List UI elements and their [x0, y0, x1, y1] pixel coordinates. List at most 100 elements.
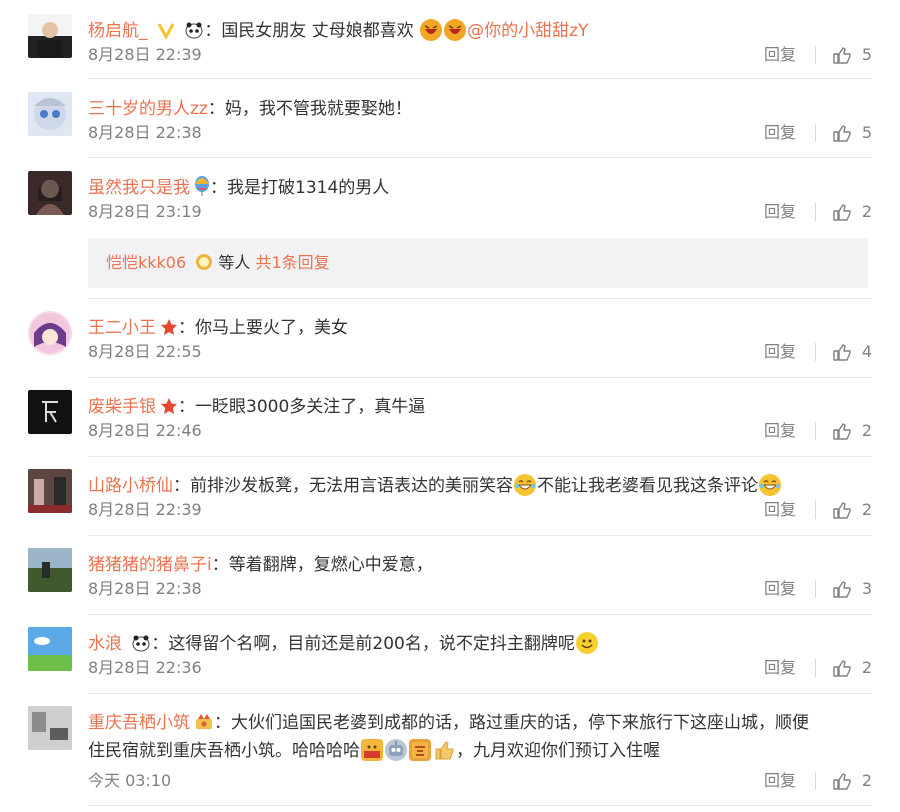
- avatar[interactable]: [28, 171, 72, 215]
- reply-button[interactable]: 回复: [764, 657, 796, 679]
- comment-divider: [88, 693, 872, 694]
- comment-text: 水浪 ：这得留个名啊，目前还是前200名，说不定抖主翻牌呢: [88, 631, 872, 660]
- comment-time: 8月28日 22:39: [88, 500, 202, 519]
- username-link[interactable]: 王二小王: [88, 318, 156, 338]
- avatar-image: [28, 706, 72, 750]
- avatar[interactable]: [28, 92, 72, 136]
- reply-button[interactable]: 回复: [764, 44, 796, 66]
- avatar[interactable]: [28, 311, 72, 355]
- avatar-image: [28, 627, 72, 671]
- colon: ：: [207, 99, 225, 119]
- username-link[interactable]: 山路小桥仙: [88, 476, 173, 496]
- divider: [814, 124, 816, 142]
- avatar[interactable]: [28, 14, 72, 58]
- username-link[interactable]: 猪猪猪的猪鼻子i: [88, 555, 212, 575]
- like-button[interactable]: 2: [814, 420, 872, 442]
- comment-body: 大伙们追国民老婆到成都的话，路过重庆的话，停下来旅行下这座山城，顺便: [231, 713, 809, 733]
- comment-body-end: ，九月欢迎你们预订入住喔: [456, 741, 660, 761]
- comment-body-continued: 住民宿就到重庆吾栖小筑。哈哈哈哈: [88, 741, 360, 761]
- thumbs-up-icon: [833, 660, 851, 677]
- like-button[interactable]: 4: [814, 341, 872, 363]
- username-link[interactable]: 杨启航_: [88, 21, 148, 41]
- username-link[interactable]: 虽然我只是我: [88, 178, 190, 198]
- comment-time: 8月28日 22:38: [88, 579, 202, 598]
- comment-divider: [88, 78, 872, 79]
- colon: ：: [211, 555, 229, 575]
- avatar-image: [38, 22, 62, 58]
- thumbs-up-icon: [833, 773, 851, 790]
- comment-time: 今天 03:10: [88, 771, 172, 790]
- colon: ：: [173, 476, 190, 496]
- comment-text: 山路小桥仙：前排沙发板凳，无法用言语表达的美丽笑容 不能让我老婆看见我这条评论: [88, 473, 872, 499]
- comment-body: 这得留个名啊，目前还是前200名，说不定抖主翻牌呢: [168, 634, 575, 654]
- comment-divider: [88, 298, 872, 299]
- divider: [814, 343, 816, 361]
- reply-button[interactable]: 回复: [764, 122, 796, 144]
- avatar[interactable]: [28, 706, 72, 750]
- like-button[interactable]: 3: [814, 578, 872, 600]
- username-link[interactable]: 三十岁的男人zz: [88, 99, 208, 119]
- reply-button[interactable]: 回复: [764, 499, 796, 521]
- divider: [814, 772, 816, 790]
- avatar[interactable]: [28, 469, 72, 513]
- sub-reply-middle-text: 等人: [218, 253, 251, 272]
- colon: ：: [151, 634, 169, 654]
- like-count: 2: [861, 421, 872, 440]
- comment-item: 山路小桥仙：前排沙发板凳，无法用言语表达的美丽笑容 不能让我老婆看见我这条评论 8…: [0, 469, 900, 539]
- comment-time: 8月28日 22:55: [88, 342, 202, 361]
- avatar[interactable]: [28, 627, 72, 671]
- avatar[interactable]: [28, 390, 72, 434]
- avatar[interactable]: [28, 548, 72, 592]
- like-button[interactable]: 2: [814, 499, 872, 521]
- laugh-emoji-icon: [420, 19, 443, 41]
- comment-item: 水浪 ：这得留个名啊，目前还是前200名，说不定抖主翻牌呢 8月28日 22:3…: [0, 627, 900, 697]
- thumbs-up-icon: [833, 125, 851, 142]
- like-count: 2: [861, 500, 872, 519]
- comment-text: 杨启航_ ：国民女朋友 丈母娘都喜欢 @你的小甜甜zY: [88, 18, 872, 47]
- money-emoji-icon: [361, 739, 383, 761]
- like-button[interactable]: 2: [814, 770, 872, 792]
- sub-reply-count-link[interactable]: 共1条回复: [255, 253, 329, 272]
- comment-time: 8月28日 22:38: [88, 123, 202, 142]
- username-link[interactable]: 水浪: [88, 634, 122, 654]
- comment-divider: [88, 614, 872, 615]
- sub-replies-box[interactable]: 恺恺kkk06 等人 共1条回复: [88, 238, 868, 288]
- reply-button[interactable]: 回复: [764, 770, 796, 792]
- reply-button[interactable]: 回复: [764, 201, 796, 223]
- divider: [814, 46, 816, 64]
- divider: [814, 501, 816, 519]
- colon: ：: [204, 21, 222, 41]
- comment-text: 三十岁的男人zz：妈，我不管我就要娶她！: [88, 96, 872, 122]
- colon: ：: [214, 713, 231, 733]
- reply-button[interactable]: 回复: [764, 420, 796, 442]
- like-button[interactable]: 2: [814, 657, 872, 679]
- mention-link[interactable]: @你的小甜甜zY: [467, 21, 588, 41]
- thumbs-up-icon: [833, 423, 851, 440]
- avatar-image: [28, 469, 72, 513]
- like-count: 2: [861, 771, 872, 790]
- like-button[interactable]: 5: [814, 44, 872, 66]
- like-button[interactable]: 2: [814, 201, 872, 223]
- like-count: 5: [861, 123, 872, 142]
- divider: [814, 203, 816, 221]
- sub-reply-username-link[interactable]: 恺恺kkk06: [106, 253, 186, 272]
- reply-button[interactable]: 回复: [764, 341, 796, 363]
- zan-badge-icon: [409, 739, 431, 761]
- reply-button[interactable]: 回复: [764, 578, 796, 600]
- like-count: 3: [861, 579, 872, 598]
- laugh-emoji-icon: [444, 19, 467, 41]
- comment-body: 我是打破1314的男人: [227, 178, 390, 198]
- comment-text-line2: 住民宿就到重庆吾栖小筑。哈哈哈哈 ，九月欢迎你们预订入住喔: [88, 738, 872, 764]
- balloon-icon: [194, 176, 210, 204]
- comment-text: 虽然我只是我 ：我是打破1314的男人: [88, 175, 872, 204]
- robot-emoji-icon: [385, 739, 407, 761]
- avatar-image: [30, 313, 70, 353]
- comment-divider: [88, 535, 872, 536]
- like-button[interactable]: 5: [814, 122, 872, 144]
- comment-divider: [88, 805, 872, 806]
- comment-body: 等着翻牌，复燃心中爱意，: [228, 555, 433, 575]
- username-link[interactable]: 重庆吾栖小筑: [88, 713, 190, 733]
- colon: ：: [178, 397, 195, 417]
- comment-item: 猪猪猪的猪鼻子i：等着翻牌，复燃心中爱意， 8月28日 22:38 回复 3: [0, 548, 900, 618]
- username-link[interactable]: 废柴手银: [88, 397, 156, 417]
